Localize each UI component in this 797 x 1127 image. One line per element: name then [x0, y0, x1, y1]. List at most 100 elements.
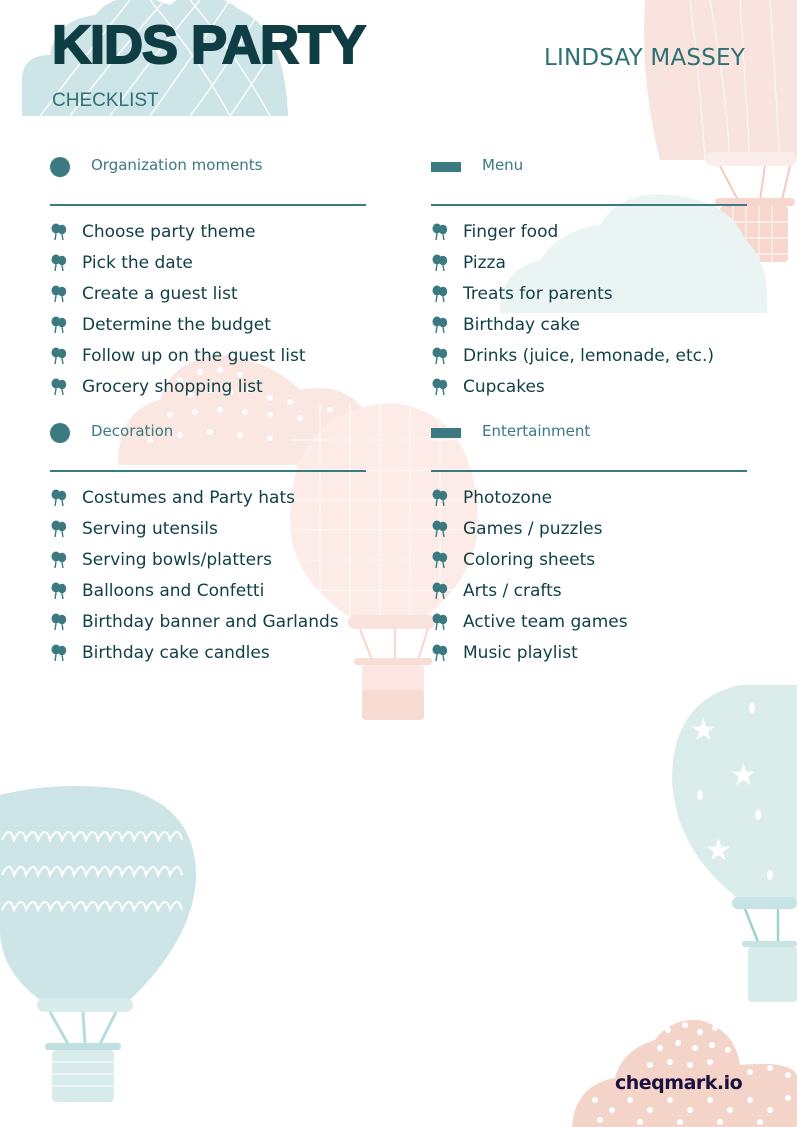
balloons-icon — [432, 285, 448, 302]
checklist-item: Determine the budget — [50, 309, 366, 340]
checklist-item: Birthday banner and Garlands — [50, 606, 366, 637]
section-header: Entertainment — [431, 418, 747, 472]
checklist-item-label: Serving bowls/platters — [82, 549, 272, 570]
section-organization-moments: Organization moments Choose party theme … — [50, 152, 366, 402]
balloons-icon — [51, 316, 67, 333]
balloon-bottom-right-decoration: ★ ★ ★ — [672, 685, 797, 1002]
checklist-item: Birthday cake candles — [50, 637, 366, 668]
balloons-icon — [432, 613, 448, 630]
section-decoration: Decoration Costumes and Party hats Servi… — [50, 418, 366, 668]
checklist-item-label: Follow up on the guest list — [82, 345, 306, 366]
checklist-item-label: Birthday cake — [463, 314, 580, 335]
page-title: KIDS PARTY — [51, 14, 367, 76]
checklist-item: Pizza — [431, 247, 747, 278]
balloons-icon — [432, 316, 448, 333]
balloons-icon — [432, 254, 448, 271]
section-header: Decoration — [50, 418, 366, 472]
owner-name: LINDSAY MASSEY — [543, 45, 745, 71]
balloons-icon — [432, 582, 448, 599]
checklist: Photozone Games / puzzles Coloring sheet… — [431, 482, 747, 668]
checklist-item: Serving bowls/platters — [50, 544, 366, 575]
checklist-item: Coloring sheets — [431, 544, 747, 575]
checklist-item-label: Arts / crafts — [463, 580, 562, 601]
balloons-icon — [432, 644, 448, 661]
section-title: Menu — [482, 156, 524, 174]
checklist-item-label: Birthday cake candles — [82, 642, 270, 663]
balloons-icon — [432, 223, 448, 240]
checklist-item: Serving utensils — [50, 513, 366, 544]
checklist-item-label: Treats for parents — [463, 283, 613, 304]
section-title: Decoration — [91, 422, 174, 440]
checklist-item: Pick the date — [50, 247, 366, 278]
checklist-item-label: Active team games — [463, 611, 628, 632]
checklist-item-label: Grocery shopping list — [82, 376, 263, 397]
svg-text:★: ★ — [705, 833, 732, 868]
checklist-item: Active team games — [431, 606, 747, 637]
section-title: Organization moments — [91, 156, 263, 174]
checklist-item: Create a guest list — [50, 278, 366, 309]
balloons-icon — [51, 378, 67, 395]
balloons-icon — [51, 551, 67, 568]
checklist-item-label: Finger food — [463, 221, 559, 242]
checklist-item: Balloons and Confetti — [50, 575, 366, 606]
checklist-item-label: Determine the budget — [82, 314, 271, 335]
section-entertainment: Entertainment Photozone Games / puzzles … — [431, 418, 747, 668]
checklist: Choose party theme Pick the date Create … — [50, 216, 366, 402]
checklist-item-label: Serving utensils — [82, 518, 218, 539]
balloons-icon — [51, 582, 67, 599]
balloons-icon — [51, 520, 67, 537]
bar-marker-icon — [431, 428, 461, 438]
checklist-item: Treats for parents — [431, 278, 747, 309]
circle-marker-icon — [50, 423, 70, 443]
balloons-icon — [51, 223, 67, 240]
checklist-item: Choose party theme — [50, 216, 366, 247]
bar-marker-icon — [431, 162, 461, 172]
checklist-item-label: Choose party theme — [82, 221, 256, 242]
checklist-item: Finger food — [431, 216, 747, 247]
checklist-item-label: Balloons and Confetti — [82, 580, 265, 601]
checklist-item-label: Pizza — [463, 252, 506, 273]
balloons-icon — [51, 644, 67, 661]
checklist-item-label: Costumes and Party hats — [82, 487, 295, 508]
checklist-item: Games / puzzles — [431, 513, 747, 544]
section-title: Entertainment — [482, 422, 591, 440]
svg-text:★: ★ — [690, 713, 717, 748]
balloons-icon — [432, 347, 448, 364]
balloon-bottom-left-decoration — [0, 786, 197, 1102]
checklist-item-label: Games / puzzles — [463, 518, 603, 539]
section-header: Menu — [431, 152, 747, 206]
checklist-item-label: Coloring sheets — [463, 549, 596, 570]
checklist: Finger food Pizza Treats for parents Bir… — [431, 216, 747, 402]
checklist-item: Photozone — [431, 482, 747, 513]
checklist: Costumes and Party hats Serving utensils… — [50, 482, 366, 668]
checklist-item-label: Drinks (juice, lemonade, etc.) — [463, 345, 715, 366]
section-menu: Menu Finger food Pizza Treats for parent… — [431, 152, 747, 402]
checklist-item: Music playlist — [431, 637, 747, 668]
checklist-item-label: Music playlist — [463, 642, 578, 663]
balloons-icon — [432, 551, 448, 568]
balloons-icon — [432, 520, 448, 537]
checklist-item-label: Create a guest list — [82, 283, 238, 304]
section-header: Organization moments — [50, 152, 366, 206]
balloons-icon — [51, 613, 67, 630]
balloons-icon — [432, 489, 448, 506]
checklist-item-label: Birthday banner and Garlands — [82, 611, 339, 632]
balloons-icon — [51, 285, 67, 302]
page-subtitle: CHECKLIST — [52, 90, 159, 111]
circle-marker-icon — [50, 157, 70, 177]
checklist-item-label: Photozone — [463, 487, 553, 508]
brand-logo: cheqmark.io — [615, 1072, 743, 1094]
balloons-icon — [432, 378, 448, 395]
checklist-item: Cupcakes — [431, 371, 747, 402]
checklist-item: Birthday cake — [431, 309, 747, 340]
balloons-icon — [51, 347, 67, 364]
checklist-item: Drinks (juice, lemonade, etc.) — [431, 340, 747, 371]
checklist-item-label: Pick the date — [82, 252, 193, 273]
balloons-icon — [51, 489, 67, 506]
checklist-item: Grocery shopping list — [50, 371, 366, 402]
checklist-item: Costumes and Party hats — [50, 482, 366, 513]
checklist-item-label: Cupcakes — [463, 376, 545, 397]
svg-text:★: ★ — [730, 758, 757, 793]
balloons-icon — [51, 254, 67, 271]
checklist-item: Arts / crafts — [431, 575, 747, 606]
